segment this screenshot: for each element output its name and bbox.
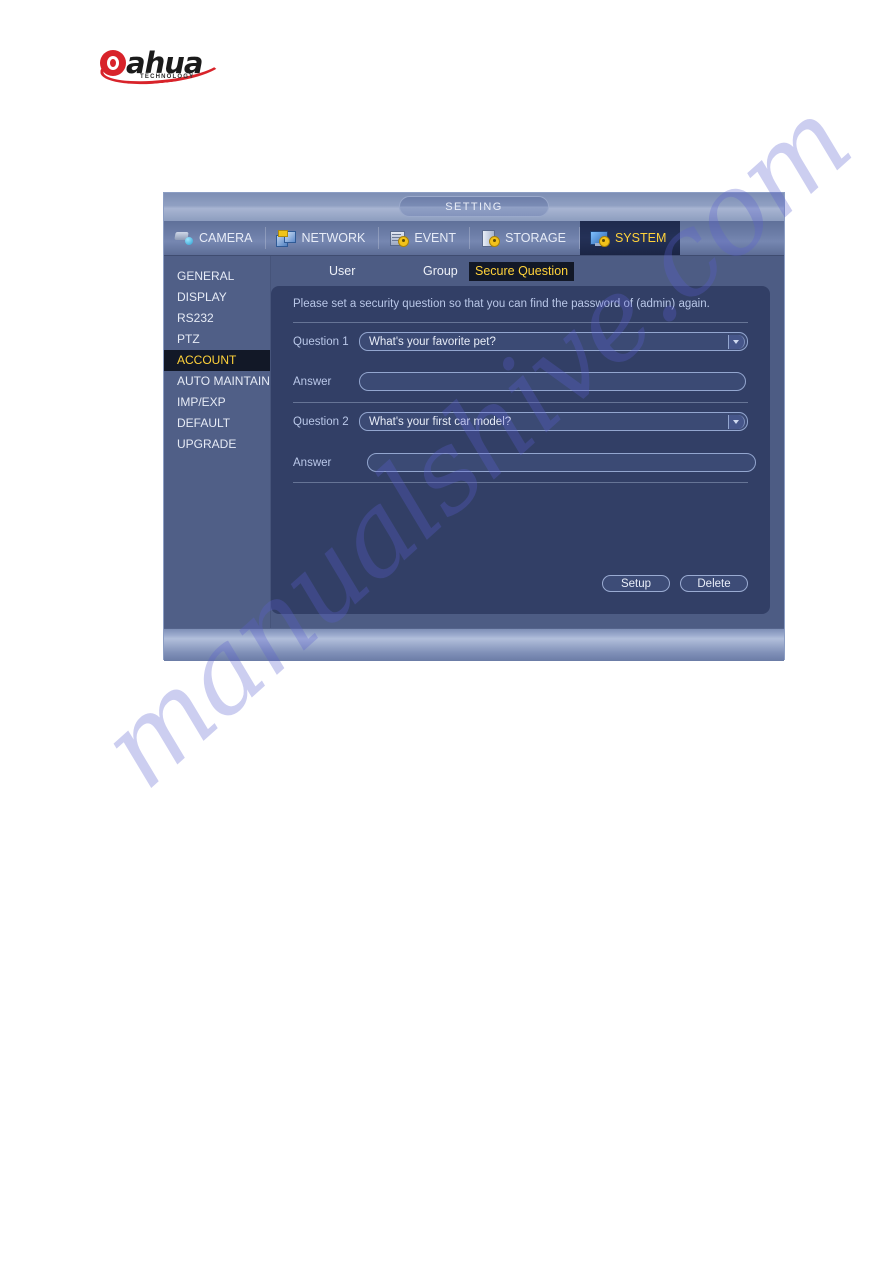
sidebar: GENERAL DISPLAY RS232 PTZ ACCOUNT AUTO M… (164, 256, 271, 628)
window-footer (164, 628, 784, 661)
question1-row: Question 1 What's your favorite pet? (293, 332, 748, 352)
sidebar-item-default[interactable]: DEFAULT (164, 413, 270, 434)
question1-select[interactable]: What's your favorite pet? (359, 332, 748, 351)
answer1-label: Answer (293, 376, 332, 388)
tab-camera[interactable]: CAMERA (164, 221, 267, 255)
system-icon (589, 230, 610, 247)
tab-storage-label: STORAGE (505, 231, 566, 245)
window-titlebar: SETTING (164, 193, 784, 221)
content-area: User Group Secure Question Please set a … (271, 256, 784, 628)
dahua-logo: ahua TECHNOLOGY (98, 42, 226, 90)
sidebar-item-account[interactable]: ACCOUNT (164, 350, 270, 371)
answer2-input[interactable] (367, 453, 756, 472)
chevron-down-icon[interactable] (728, 334, 745, 349)
divider (293, 402, 748, 403)
question1-label: Question 1 (293, 336, 349, 348)
sidebar-item-display[interactable]: DISPLAY (164, 287, 270, 308)
sidebar-item-rs232[interactable]: RS232 (164, 308, 270, 329)
answer2-label: Answer (293, 457, 332, 469)
sidebar-item-imp-exp[interactable]: IMP/EXP (164, 392, 270, 413)
tab-secure-question[interactable]: Secure Question (469, 262, 575, 281)
sidebar-item-general[interactable]: GENERAL (164, 266, 270, 287)
window-body: GENERAL DISPLAY RS232 PTZ ACCOUNT AUTO M… (164, 256, 784, 628)
setting-window: SETTING CAMERA NETWORK EVENT STORAGE SYS… (163, 192, 785, 661)
inner-tab-bar: User Group Secure Question (271, 262, 784, 284)
answer1-input[interactable] (359, 372, 746, 391)
page-title: SETTING (399, 196, 549, 217)
event-icon (389, 230, 410, 247)
setup-button[interactable]: Setup (602, 575, 670, 592)
answer2-row: Answer (293, 453, 756, 473)
sidebar-item-ptz[interactable]: PTZ (164, 329, 270, 350)
tab-storage[interactable]: STORAGE (470, 221, 580, 255)
tab-system[interactable]: SYSTEM (579, 221, 681, 255)
question2-label: Question 2 (293, 416, 349, 428)
camera-icon (174, 230, 194, 247)
category-tab-bar: CAMERA NETWORK EVENT STORAGE SYSTEM (164, 221, 784, 256)
tab-network[interactable]: NETWORK (266, 221, 380, 255)
tab-event-label: EVENT (414, 231, 457, 245)
delete-button[interactable]: Delete (680, 575, 748, 592)
question2-selected-value: What's your first car model? (369, 416, 512, 428)
divider (293, 482, 748, 483)
divider (293, 322, 748, 323)
sidebar-item-upgrade[interactable]: UPGRADE (164, 434, 270, 455)
question1-selected-value: What's your favorite pet? (369, 336, 496, 348)
tab-network-label: NETWORK (301, 231, 366, 245)
answer1-row: Answer (293, 372, 748, 392)
question2-row: Question 2 What's your first car model? (293, 412, 748, 432)
notice-text: Please set a security question so that y… (293, 298, 710, 310)
tab-group[interactable]: Group (417, 262, 464, 281)
sidebar-item-auto-maintain[interactable]: AUTO MAINTAIN (164, 371, 270, 392)
logo-tagline: TECHNOLOGY (140, 74, 195, 80)
tab-event[interactable]: EVENT (379, 221, 471, 255)
tab-system-label: SYSTEM (614, 231, 667, 245)
panel-button-row: Setup Delete (602, 575, 748, 592)
tab-user[interactable]: User (323, 262, 361, 281)
network-icon (276, 229, 297, 247)
chevron-down-icon[interactable] (728, 414, 745, 429)
tab-camera-label: CAMERA (199, 231, 253, 245)
secure-question-panel: Please set a security question so that y… (271, 286, 770, 614)
storage-icon (480, 229, 501, 247)
question2-select[interactable]: What's your first car model? (359, 412, 748, 431)
logo-mark-icon (100, 50, 126, 76)
